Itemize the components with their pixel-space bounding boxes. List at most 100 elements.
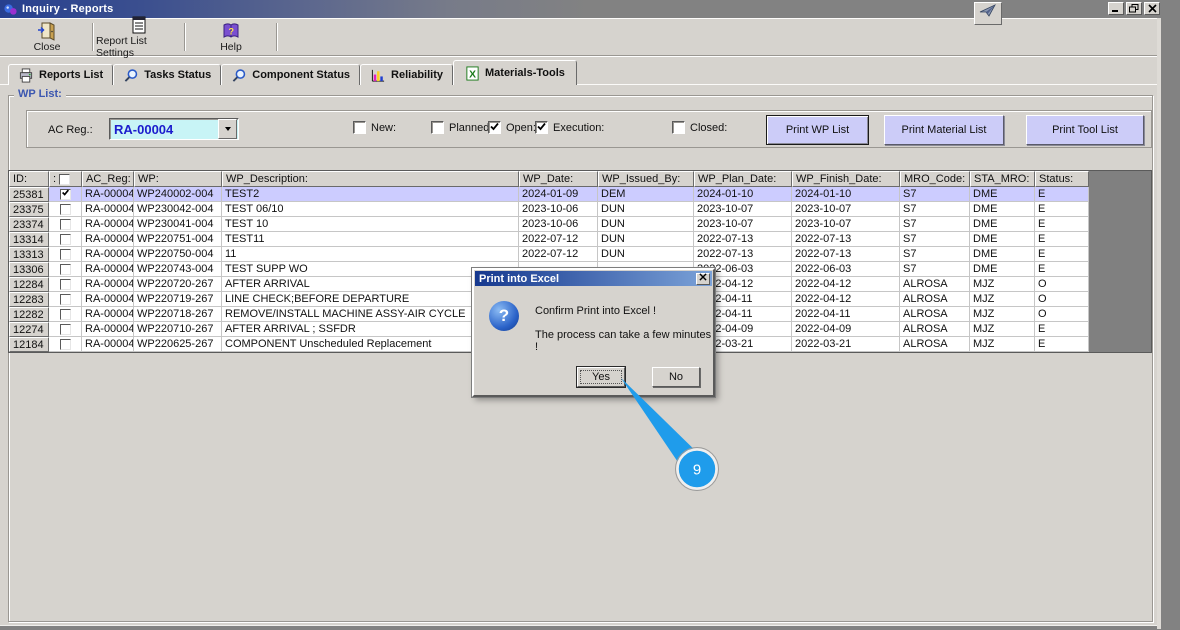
checkbox-new[interactable]: New: — [353, 121, 396, 134]
cell-ac-reg: RA-00004 — [82, 187, 134, 202]
table-row[interactable]: 13313RA-00004WP220750-004112022-07-12DUN… — [9, 247, 1151, 262]
restore-button[interactable] — [1126, 2, 1142, 15]
column-header-ac-reg[interactable]: AC_Reg: — [82, 171, 134, 187]
row-checkbox[interactable] — [60, 204, 71, 215]
row-checkbox[interactable] — [60, 294, 71, 305]
cell-status: E — [1035, 202, 1089, 217]
svg-text:X: X — [469, 69, 476, 80]
row-checkbox[interactable] — [60, 234, 71, 245]
cell-wp-date: 2023-10-06 — [519, 202, 598, 217]
dialog-message-line1: Confirm Print into Excel ! — [535, 305, 656, 317]
cell-wp-finish-date: 2022-04-12 — [792, 277, 900, 292]
cell-checkbox — [49, 292, 82, 307]
cell-id: 13313 — [9, 247, 49, 262]
close-icon — [699, 273, 707, 284]
report-list-settings-button[interactable]: Report List Settings — [96, 19, 182, 55]
cell-checkbox — [49, 202, 82, 217]
print-material-list-button[interactable]: Print Material List — [884, 115, 1004, 145]
column-header-mro-code[interactable]: MRO_Code: — [900, 171, 970, 187]
combo-dropdown-button[interactable] — [218, 119, 237, 139]
column-header-wp-date[interactable]: WP_Date: — [519, 171, 598, 187]
header-checkbox[interactable] — [59, 174, 70, 185]
cell-ac-reg: RA-00004 — [82, 277, 134, 292]
close-window-button[interactable] — [1144, 2, 1160, 15]
checkbox-planned[interactable]: Planned: — [431, 121, 492, 134]
cell-checkbox — [49, 247, 82, 262]
cell-description: TEST 10 — [222, 217, 519, 232]
cell-id: 13306 — [9, 262, 49, 277]
cell-wp-plan-date: 2023-10-07 — [694, 202, 792, 217]
row-checkbox[interactable] — [60, 249, 71, 260]
unchecked-checkbox[interactable] — [353, 121, 366, 134]
window-bottom-edge — [0, 625, 1157, 630]
send-report-button[interactable] — [974, 2, 1002, 25]
cell-id: 25381 — [9, 187, 49, 202]
cell-wp-plan-date: 2022-07-13 — [694, 247, 792, 262]
toolbar-separator — [184, 23, 186, 51]
row-checkbox[interactable] — [60, 264, 71, 275]
print-wp-list-button[interactable]: Print WP List — [766, 115, 869, 145]
ac-reg-value: RA-00004 — [110, 122, 218, 137]
cell-status: E — [1035, 322, 1089, 337]
table-row[interactable]: 13314RA-00004WP220751-004TEST112022-07-1… — [9, 232, 1151, 247]
bar-chart-icon — [370, 68, 386, 83]
cell-wp-finish-date: 2023-10-07 — [792, 202, 900, 217]
column-header-status[interactable]: Status: — [1035, 171, 1089, 187]
minimize-button[interactable] — [1108, 2, 1124, 15]
cell-wp-issued-by: DEM — [598, 187, 694, 202]
cell-mro-code: ALROSA — [900, 307, 970, 322]
checkbox-open[interactable]: Open: — [488, 121, 536, 134]
cell-wp-issued-by: DUN — [598, 247, 694, 262]
checkbox-label: Execution: — [553, 122, 604, 134]
cell-id: 12284 — [9, 277, 49, 292]
cell-mro-code: S7 — [900, 247, 970, 262]
row-checkbox-checked[interactable] — [60, 189, 71, 200]
column-header-wp-description[interactable]: WP_Description: — [222, 171, 519, 187]
cell-ac-reg: RA-00004 — [82, 232, 134, 247]
tab-tasks-status[interactable]: Tasks Status — [113, 64, 221, 85]
checkbox-closed[interactable]: Closed: — [672, 121, 727, 134]
cell-id: 13314 — [9, 232, 49, 247]
title-bar: Inquiry - Reports — [0, 0, 1180, 18]
unchecked-checkbox[interactable] — [431, 121, 444, 134]
tab-materials-tools[interactable]: XMaterials-Tools — [453, 60, 577, 85]
tab-reports-list[interactable]: Reports List — [8, 64, 113, 85]
unchecked-checkbox[interactable] — [672, 121, 685, 134]
dialog-title-bar[interactable]: Print into Excel — [475, 271, 712, 286]
cell-status: E — [1035, 337, 1089, 352]
table-row[interactable]: 23374RA-00004WP230041-004TEST 102023-10-… — [9, 217, 1151, 232]
help-button[interactable]: ?Help — [188, 19, 274, 55]
table-row[interactable]: 25381RA-00004WP240002-004TEST22024-01-09… — [9, 187, 1151, 202]
row-checkbox[interactable] — [60, 309, 71, 320]
tab-component-status[interactable]: Component Status — [221, 64, 360, 85]
checked-checkbox[interactable] — [488, 121, 501, 134]
cell-wp-finish-date: 2022-07-13 — [792, 247, 900, 262]
tab-reliability[interactable]: Reliability — [360, 64, 453, 85]
close-button[interactable]: Close — [4, 19, 90, 55]
column-header-wp[interactable]: WP: — [134, 171, 222, 187]
print-tool-list-button[interactable]: Print Tool List — [1026, 115, 1144, 145]
checkbox-execution[interactable]: Execution: — [535, 121, 604, 134]
search-icon — [123, 68, 139, 83]
column-header-wp-plan-date[interactable]: WP_Plan_Date: — [694, 171, 792, 187]
column-header-wp-issued-by[interactable]: WP_Issued_By: — [598, 171, 694, 187]
step-number: 9 — [693, 462, 701, 479]
cell-wp-plan-date: 2022-07-13 — [694, 232, 792, 247]
cell-wp-finish-date: 2024-01-10 — [792, 187, 900, 202]
window-controls — [1108, 2, 1160, 15]
column-header-wp-finish-date[interactable]: WP_Finish_Date: — [792, 171, 900, 187]
ac-reg-combobox[interactable]: RA-00004 — [109, 118, 239, 140]
dialog-close-button[interactable] — [696, 273, 710, 285]
checked-checkbox[interactable] — [535, 121, 548, 134]
column-header-sta-mro[interactable]: STA_MRO: — [970, 171, 1035, 187]
row-checkbox[interactable] — [60, 339, 71, 350]
column-header-check[interactable]: : — [49, 171, 82, 187]
row-checkbox[interactable] — [60, 324, 71, 335]
column-header-id[interactable]: ID: — [9, 171, 49, 187]
printer-icon — [18, 68, 34, 83]
row-checkbox[interactable] — [60, 279, 71, 290]
step-annotation: 9 — [540, 360, 740, 500]
table-row[interactable]: 23375RA-00004WP230042-004TEST 06/102023-… — [9, 202, 1151, 217]
cell-wp: WP220750-004 — [134, 247, 222, 262]
row-checkbox[interactable] — [60, 219, 71, 230]
